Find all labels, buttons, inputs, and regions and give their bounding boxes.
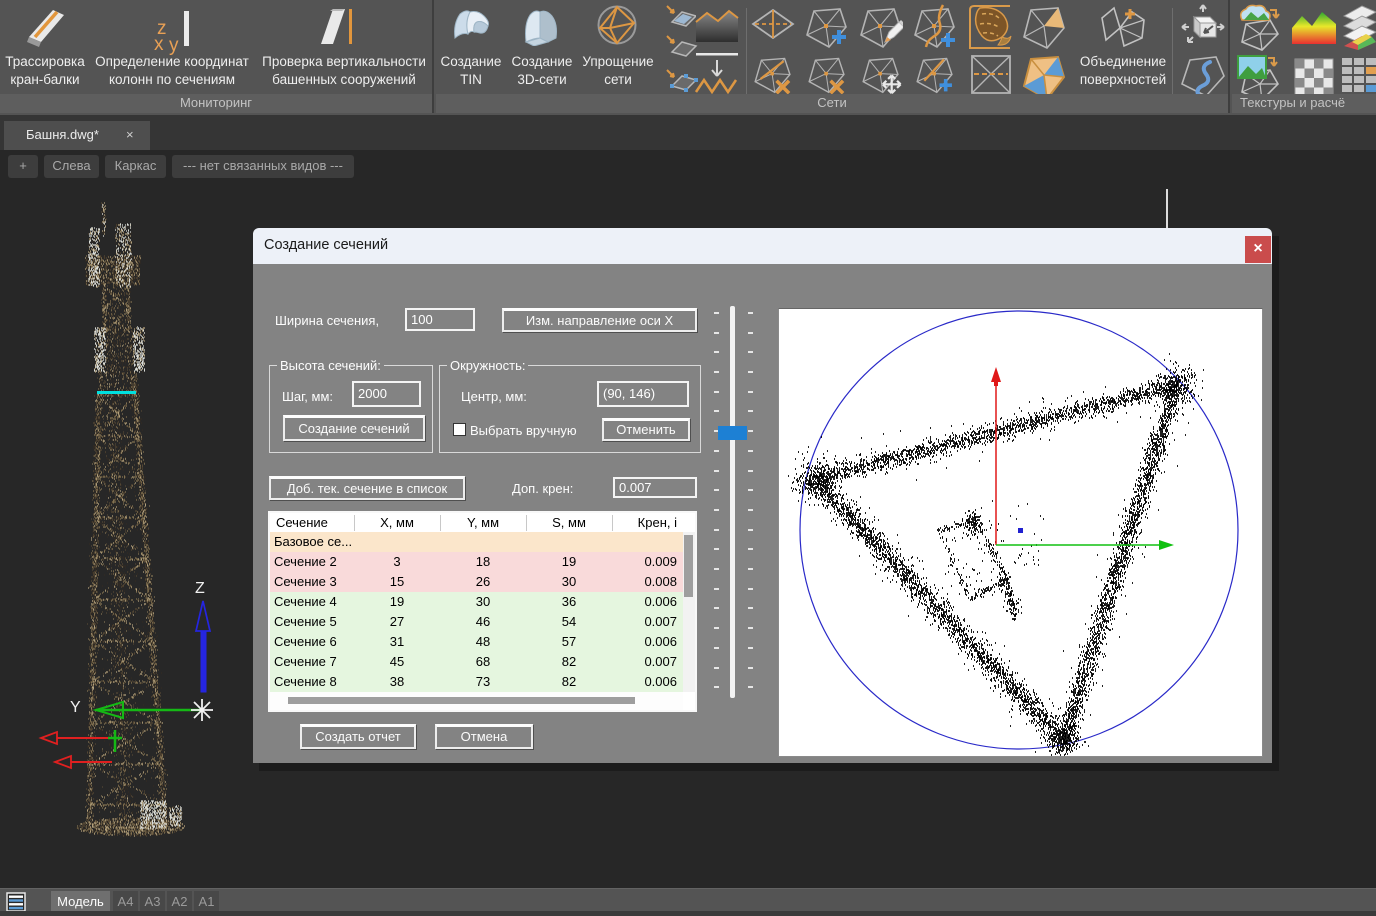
svg-text:Z: Z <box>195 580 205 597</box>
svg-text:y: y <box>169 35 179 56</box>
svg-text:x: x <box>154 34 164 55</box>
svg-text:Y: Y <box>70 699 81 716</box>
